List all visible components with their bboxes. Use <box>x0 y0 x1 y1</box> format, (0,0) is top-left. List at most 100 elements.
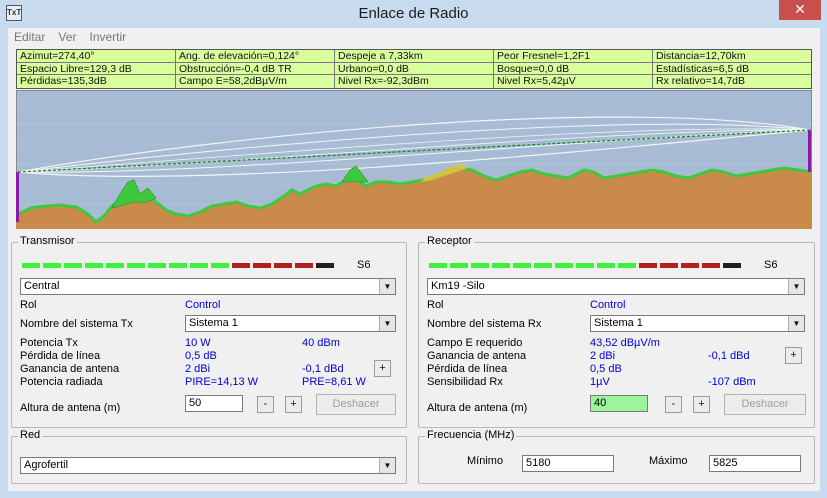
tx-height-minus-button[interactable]: - <box>257 396 274 413</box>
rx-signal-meter <box>429 263 749 268</box>
receiver-legend: Receptor <box>425 235 474 247</box>
tx-signal-meter <box>22 263 342 268</box>
rx-system-select[interactable]: Sistema 1 ▼ <box>590 315 805 332</box>
rx-sensitivity-label: Sensibilidad Rx <box>427 376 503 388</box>
tx-station-value: Central <box>24 280 60 292</box>
link-info-table: Azimut=274,40° Ang. de elevación=0,124° … <box>16 49 812 89</box>
signal-segment <box>316 263 334 268</box>
info-worst-fresnel: Peor Fresnel=1,2F1 <box>494 50 653 63</box>
tx-line-loss-label: Pérdida de línea <box>20 350 101 362</box>
signal-segment <box>450 263 468 268</box>
menu-editar[interactable]: Editar <box>8 28 45 44</box>
close-button[interactable]: ✕ <box>779 0 821 20</box>
network-legend: Red <box>18 429 43 441</box>
tx-system-select[interactable]: Sistema 1 ▼ <box>185 315 396 332</box>
chevron-down-icon[interactable]: ▼ <box>379 279 395 294</box>
info-rx-relative: Rx relativo=14,7dB <box>656 75 746 88</box>
rx-rol-label: Rol <box>427 299 444 311</box>
tx-rol-label: Rol <box>20 299 37 311</box>
signal-segment <box>253 263 271 268</box>
tx-height-input[interactable]: 50 <box>185 395 243 412</box>
tx-power-w: 10 W <box>185 337 211 349</box>
info-rx-level-dbm: Nivel Rx=-92,3dBm <box>335 75 494 88</box>
rx-line-loss-value: 0,5 dB <box>590 363 622 375</box>
signal-segment <box>429 263 447 268</box>
info-statistics: Estadísticas=6,5 dB <box>653 63 811 76</box>
frequency-legend: Frecuencia (MHz) <box>425 429 517 441</box>
info-rx-level-uv: Nivel Rx=5,42µV <box>494 75 653 88</box>
rx-height-plus-button[interactable]: + <box>693 396 710 413</box>
terrain-profile[interactable] <box>15 89 813 230</box>
menu-ver[interactable]: Ver <box>52 28 76 44</box>
info-elevation: Ang. de elevación=0,124° <box>176 50 335 63</box>
tx-height-plus-button[interactable]: + <box>285 396 302 413</box>
signal-segment <box>274 263 292 268</box>
signal-segment <box>22 263 40 268</box>
info-losses: Pérdidas=135,3dB <box>17 75 176 88</box>
rx-gain-dbd: -0,1 dBd <box>708 350 750 362</box>
frequency-group: Frecuencia (MHz) Mínimo 5180 Máximo 5825 <box>418 429 815 484</box>
signal-segment <box>597 263 615 268</box>
signal-segment <box>702 263 720 268</box>
signal-segment <box>148 263 166 268</box>
tx-gain-label: Ganancia de antena <box>20 363 120 375</box>
tx-gain-plus-button[interactable]: + <box>374 360 391 377</box>
chevron-down-icon[interactable]: ▼ <box>379 316 395 331</box>
signal-segment <box>555 263 573 268</box>
rx-sensitivity-dbm: -107 dBm <box>708 376 756 388</box>
signal-segment <box>576 263 594 268</box>
info-clearance: Despeje a 7,33km <box>335 50 494 63</box>
freq-max-input[interactable]: 5825 <box>709 455 801 472</box>
tx-system-label: Nombre del sistema Tx <box>20 318 133 330</box>
signal-segment <box>85 263 103 268</box>
tx-station-select[interactable]: Central ▼ <box>20 278 396 295</box>
freq-min-input[interactable]: 5180 <box>522 455 614 472</box>
network-select[interactable]: Agrofertil ▼ <box>20 457 396 474</box>
terrain-profile-graphic <box>15 89 813 230</box>
client-area: Azimut=274,40° Ang. de elevación=0,124° … <box>8 46 820 491</box>
info-row: Espacio Libre=129,3 dB Obstrucción=-0,4 … <box>17 62 811 76</box>
freq-min-label: Mínimo <box>467 455 504 467</box>
rx-station-select[interactable]: Km19 -Silo ▼ <box>427 278 805 295</box>
rx-signal-level: S6 <box>764 259 778 271</box>
chevron-down-icon[interactable]: ▼ <box>788 279 804 294</box>
tx-rol-value: Control <box>185 299 221 311</box>
tx-pre: PRE=8,61 W <box>302 376 366 388</box>
signal-segment <box>106 263 124 268</box>
rx-height-minus-button[interactable]: - <box>665 396 682 413</box>
info-urban: Urbano=0,0 dB <box>335 62 494 76</box>
rx-gain-plus-button[interactable]: + <box>785 347 802 364</box>
signal-segment <box>660 263 678 268</box>
freq-max-label: Máximo <box>649 455 688 467</box>
chevron-down-icon[interactable]: ▼ <box>379 458 395 473</box>
tx-power-dbm: 40 dBm <box>302 337 340 349</box>
rx-system-value: Sistema 1 <box>594 317 643 329</box>
info-azimut: Azimut=274,40° <box>17 50 176 63</box>
title-bar: TxT Enlace de Radio ✕ <box>0 0 827 28</box>
info-obstruction: Obstrucción=-0,4 dB TR <box>176 62 335 76</box>
tx-undo-button[interactable]: Deshacer <box>316 394 396 415</box>
info-row: Pérdidas=135,3dB Campo E=58,2dBµV/m Nive… <box>17 75 811 88</box>
info-free-space: Espacio Libre=129,3 dB <box>17 62 176 76</box>
info-row: Azimut=274,40° Ang. de elevación=0,124° … <box>17 50 811 63</box>
signal-segment <box>639 263 657 268</box>
tx-power-label: Potencia Tx <box>20 337 78 349</box>
signal-segment <box>618 263 636 268</box>
rx-sensitivity-uv: 1µV <box>590 376 610 388</box>
rx-field-label: Campo E requerido <box>427 337 523 349</box>
signal-segment <box>232 263 250 268</box>
receiver-group: Receptor S6 Km19 -Silo ▼ Rol Control Nom… <box>418 235 815 428</box>
rx-height-input[interactable]: 40 <box>590 395 648 412</box>
signal-segment <box>190 263 208 268</box>
info-forest: Bosque=0,0 dB <box>494 62 653 76</box>
tx-gain-dbi: 2 dBi <box>185 363 211 375</box>
signal-segment <box>681 263 699 268</box>
menu-invertir[interactable]: Invertir <box>84 28 127 44</box>
rx-undo-button[interactable]: Deshacer <box>724 394 806 415</box>
rx-gain-dbi: 2 dBi <box>590 350 616 362</box>
tx-radiated-label: Potencia radiada <box>20 376 103 388</box>
signal-segment <box>492 263 510 268</box>
tx-height-label: Altura de antena (m) <box>20 402 121 414</box>
tx-system-value: Sistema 1 <box>189 317 238 329</box>
chevron-down-icon[interactable]: ▼ <box>788 316 804 331</box>
